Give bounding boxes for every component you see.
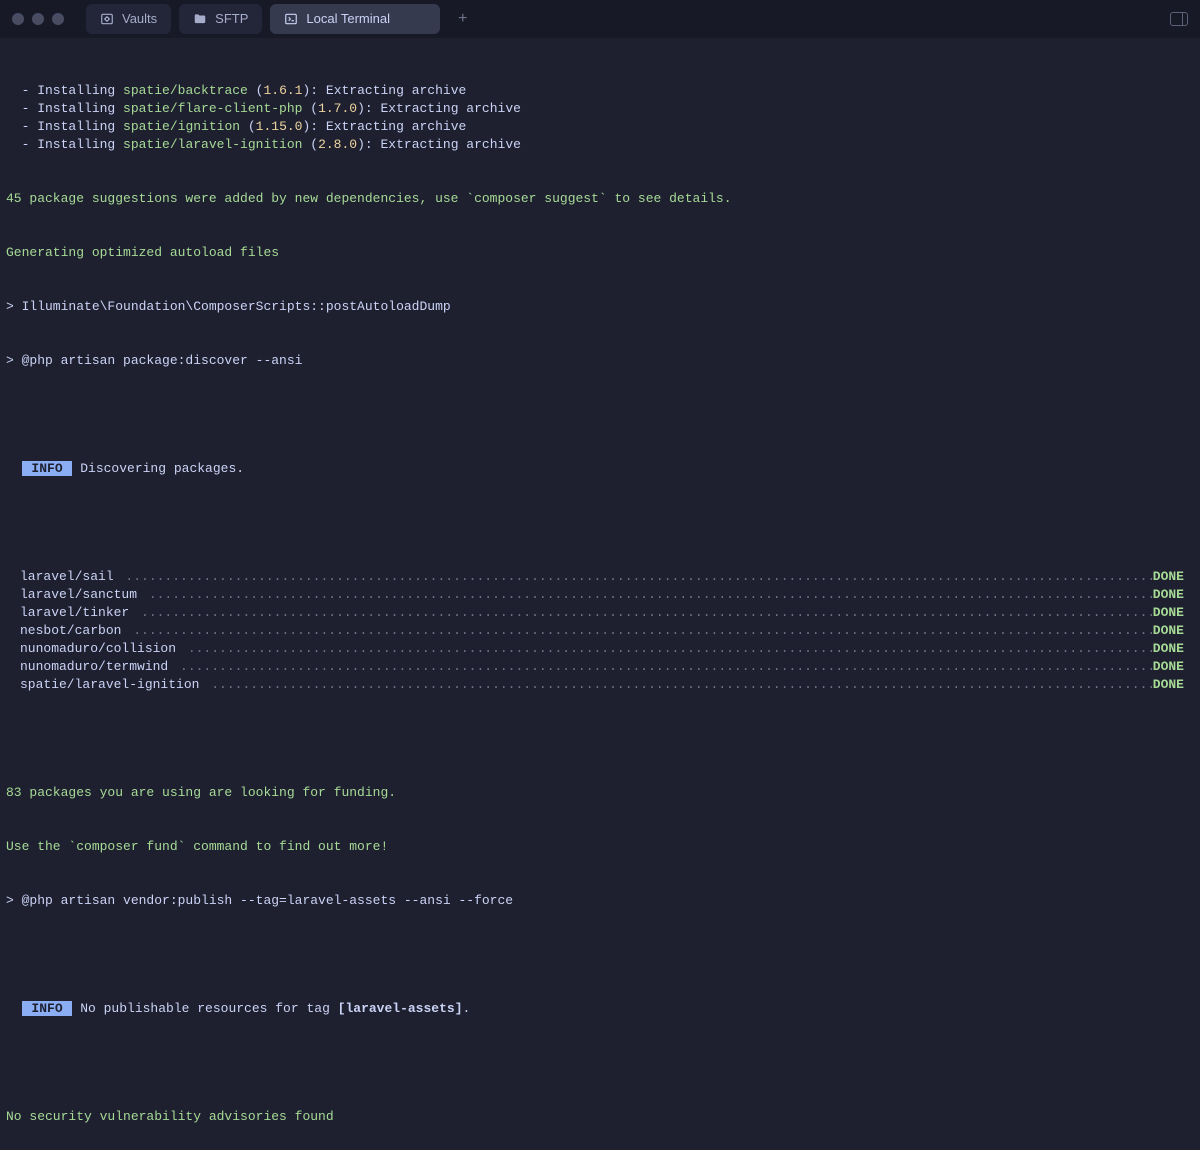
package-row: spatie/laravel-ignition ................… [6, 676, 1194, 694]
zoom-dot[interactable] [52, 13, 64, 25]
package-name: nunomaduro/collision [20, 640, 184, 658]
package-row: laravel/tinker .........................… [6, 604, 1194, 622]
status-done: DONE [1153, 604, 1194, 622]
tab-label: Vaults [122, 10, 157, 28]
tab-sftp[interactable]: SFTP [179, 4, 262, 34]
package-row: nunomaduro/collision ...................… [6, 640, 1194, 658]
toggle-panel-icon[interactable] [1170, 12, 1188, 26]
install-lines: - Installing spatie/backtrace (1.6.1): E… [6, 82, 1194, 154]
tab-vaults[interactable]: Vaults [86, 4, 171, 34]
script-line: > @php artisan package:discover --ansi [6, 352, 1194, 370]
tab-label: SFTP [215, 10, 248, 28]
status-done: DONE [1153, 658, 1194, 676]
package-name: laravel/tinker [20, 604, 137, 622]
package-name: nunomaduro/termwind [20, 658, 176, 676]
dots-fill: ........................................… [121, 568, 1152, 586]
package-name: laravel/sail [20, 568, 121, 586]
dots-fill: ........................................… [207, 676, 1153, 694]
script-line: > @php artisan vendor:publish --tag=lara… [6, 892, 1194, 910]
dots-fill: ........................................… [184, 640, 1153, 658]
info-badge: INFO [22, 1001, 73, 1016]
minimize-dot[interactable] [32, 13, 44, 25]
package-name: laravel/sanctum [20, 586, 145, 604]
package-row: nesbot/carbon ..........................… [6, 622, 1194, 640]
dots-fill: ........................................… [129, 622, 1153, 640]
discovered-packages: laravel/sail ...........................… [6, 568, 1194, 694]
close-dot[interactable] [12, 13, 24, 25]
status-done: DONE [1153, 568, 1194, 586]
titlebar: Vaults SFTP Local Terminal + [0, 0, 1200, 38]
info-line: INFO Discovering packages. [6, 460, 1194, 478]
dots-fill: ........................................… [137, 604, 1153, 622]
package-row: laravel/sail ...........................… [6, 568, 1194, 586]
window-controls[interactable] [12, 13, 64, 25]
package-name: nesbot/carbon [20, 622, 129, 640]
funding-line: Use the `composer fund` command to find … [6, 838, 1194, 856]
script-line: > Illuminate\Foundation\ComposerScripts:… [6, 298, 1194, 316]
tab-label: Local Terminal [306, 10, 390, 28]
autoload-line: Generating optimized autoload files [6, 244, 1194, 262]
vault-icon [100, 12, 114, 26]
info-line: INFO No publishable resources for tag [l… [6, 1000, 1194, 1018]
install-line: - Installing spatie/flare-client-php (1.… [6, 100, 1194, 118]
install-line: - Installing spatie/ignition (1.15.0): E… [6, 118, 1194, 136]
package-name: spatie/laravel-ignition [20, 676, 207, 694]
terminal-icon [284, 12, 298, 26]
folder-icon [193, 12, 207, 26]
install-line: - Installing spatie/laravel-ignition (2.… [6, 136, 1194, 154]
suggestions-line: 45 package suggestions were added by new… [6, 190, 1194, 208]
funding-line: 83 packages you are using are looking fo… [6, 784, 1194, 802]
advisories-line: No security vulnerability advisories fou… [6, 1108, 1194, 1126]
info-badge: INFO [22, 461, 73, 476]
status-done: DONE [1153, 640, 1194, 658]
package-row: nunomaduro/termwind ....................… [6, 658, 1194, 676]
install-line: - Installing spatie/backtrace (1.6.1): E… [6, 82, 1194, 100]
status-done: DONE [1153, 676, 1194, 694]
dots-fill: ........................................… [145, 586, 1153, 604]
new-tab-button[interactable]: + [448, 10, 478, 28]
terminal-output[interactable]: - Installing spatie/backtrace (1.6.1): E… [0, 38, 1200, 1150]
status-done: DONE [1153, 586, 1194, 604]
status-done: DONE [1153, 622, 1194, 640]
package-row: laravel/sanctum ........................… [6, 586, 1194, 604]
tab-local-terminal[interactable]: Local Terminal [270, 4, 440, 34]
dots-fill: ........................................… [176, 658, 1153, 676]
